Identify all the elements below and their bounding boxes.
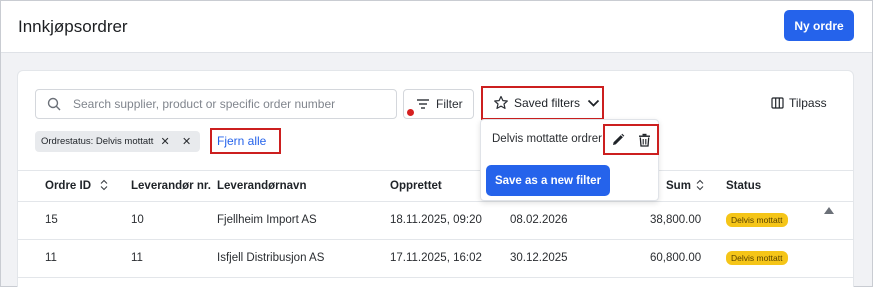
saved-filters-dropdown: Delvis mottatte ordrer Save as a new fil… xyxy=(480,119,659,201)
filter-label: Filter xyxy=(436,97,463,111)
chip-label: Ordrestatus: Delvis mottatt xyxy=(41,136,154,147)
pencil-icon[interactable] xyxy=(611,133,625,147)
column-header-supplier-no[interactable]: Leverandør nr. xyxy=(131,180,211,192)
cell-supplier-no: 10 xyxy=(131,214,144,226)
columns-icon xyxy=(771,97,784,109)
column-header-status[interactable]: Status xyxy=(726,180,761,192)
column-header-order-id[interactable]: Ordre ID xyxy=(45,180,91,192)
filter-lines-icon xyxy=(417,99,429,109)
chevron-down-icon xyxy=(587,99,600,107)
cell-sum: 38,800.00 xyxy=(650,214,702,226)
customize-label: Tilpass xyxy=(789,96,827,110)
saved-filter-item[interactable]: Delvis mottatte ordrer xyxy=(492,133,602,145)
search-icon xyxy=(47,97,61,111)
top-bar: Innkjøpsordrer Ny ordre xyxy=(1,1,872,53)
cell-sum: 60,800.00 xyxy=(650,252,702,264)
search-box[interactable] xyxy=(35,89,397,119)
search-input[interactable] xyxy=(73,91,391,117)
filter-button[interactable]: Filter xyxy=(403,89,474,119)
cell-created: 17.11.2025, 16:02 xyxy=(390,252,482,264)
cell-order-id: 11 xyxy=(45,252,57,264)
cell-date: 30.12.2025 xyxy=(510,252,568,264)
trash-icon[interactable] xyxy=(638,133,651,147)
customize-columns-button[interactable]: Tilpass xyxy=(771,96,827,110)
chip-remove-icon[interactable]: ✕ xyxy=(160,135,169,148)
clear-all-filters-link[interactable]: Fjern alle xyxy=(210,128,281,154)
triangle-up-icon[interactable] xyxy=(823,206,835,215)
saved-filters-label: Saved filters xyxy=(514,96,581,110)
status-badge: Delvis mottatt xyxy=(726,213,788,227)
active-filter-chip: Ordrestatus: Delvis mottatt ✕ ✕ xyxy=(35,131,200,152)
table-header: Ordre ID Leverandør nr. Leverandørnavn O… xyxy=(18,170,853,202)
filter-active-dot xyxy=(407,109,414,116)
status-badge: Delvis mottatt xyxy=(726,251,788,265)
table-row[interactable]: 15 10 Fjellheim Import AS 18.11.2025, 09… xyxy=(18,202,853,240)
page-title: Innkjøpsordrer xyxy=(18,17,128,36)
cell-supplier-no: 11 xyxy=(131,252,143,264)
sort-icon[interactable] xyxy=(100,179,108,191)
sort-icon[interactable] xyxy=(696,179,704,191)
chip-close-icon[interactable]: ✕ xyxy=(182,135,191,148)
column-header-supplier-name[interactable]: Leverandørnavn xyxy=(217,180,306,192)
cell-order-id: 15 xyxy=(45,214,58,226)
new-order-button[interactable]: Ny ordre xyxy=(784,10,854,41)
cell-supplier-name: Isfjell Distribusjon AS xyxy=(217,252,325,264)
cell-date: 08.02.2026 xyxy=(510,214,568,226)
cell-supplier-name: Fjellheim Import AS xyxy=(217,214,317,226)
save-as-new-filter-button[interactable]: Save as a new filter xyxy=(486,165,610,196)
column-header-created[interactable]: Opprettet xyxy=(390,180,442,192)
star-icon xyxy=(494,95,508,109)
cell-created: 18.11.2025, 09:20 xyxy=(390,214,482,226)
table-row[interactable]: 11 11 Isfjell Distribusjon AS 17.11.2025… xyxy=(18,240,853,278)
column-header-sum[interactable]: Sum xyxy=(666,180,691,192)
saved-filters-button[interactable]: Saved filters xyxy=(481,86,604,120)
saved-filter-actions xyxy=(603,124,659,155)
